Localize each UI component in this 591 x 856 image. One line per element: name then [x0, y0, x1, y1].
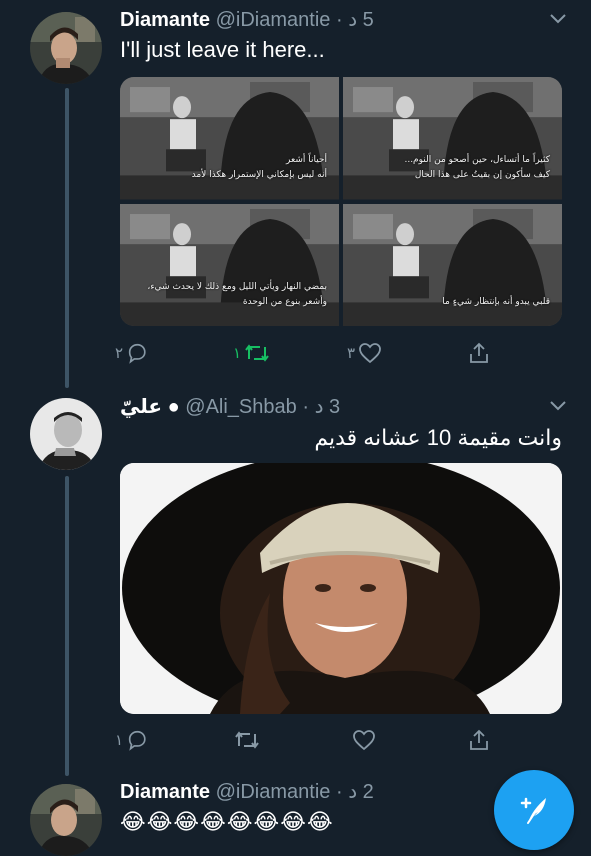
- image-caption-line: أحياناً أشعر: [286, 155, 327, 165]
- user-handle[interactable]: @iDiamantie: [216, 781, 331, 803]
- image-caption-line: قلبي يبدو أنه بإنتظار شيءٍ ما: [442, 296, 550, 307]
- media-image[interactable]: قلبي يبدو أنه بإنتظار شيءٍ ما: [343, 203, 562, 326]
- timestamp[interactable]: 3 د: [315, 395, 341, 419]
- reply-count: ٢: [115, 345, 124, 362]
- media-image[interactable]: بمضي النهار ويأتي الليل ومع ذلك لا يحدث …: [120, 203, 339, 326]
- chevron-down-icon[interactable]: [548, 399, 568, 413]
- like-button[interactable]: [352, 725, 376, 755]
- like-count: ٣: [347, 345, 356, 362]
- display-name[interactable]: Diamante: [120, 781, 210, 803]
- separator-dot: ·: [335, 9, 343, 31]
- reply-icon: [128, 343, 146, 364]
- heart-icon: [353, 730, 375, 751]
- compose-tweet-button[interactable]: [494, 770, 574, 850]
- separator-dot: ·: [335, 781, 343, 803]
- share-button[interactable]: [468, 338, 490, 368]
- image-caption-line: وأشعر بنوع من الوحدة: [242, 296, 327, 307]
- timestamp[interactable]: 2 د: [348, 780, 374, 804]
- chevron-down-icon[interactable]: [548, 12, 568, 26]
- reply-button[interactable]: ١: [112, 725, 148, 755]
- tweet-header: Diamante @iDiamantie · 2 د: [120, 780, 374, 804]
- thread-line: [65, 88, 69, 388]
- user-handle[interactable]: @iDiamantie: [216, 9, 331, 31]
- tweet-text: I'll just leave it here...: [120, 37, 325, 62]
- heart-icon: [359, 343, 381, 364]
- share-icon: [470, 729, 488, 750]
- media-grid[interactable]: أحياناً أشعر أنه ليس بإمكاني الإستمرار ه…: [120, 77, 562, 326]
- reply-count: ١: [115, 732, 124, 749]
- retweet-icon: [245, 344, 269, 362]
- tweet-actions: ٢ ١ ٣: [112, 338, 512, 368]
- image-caption-line: كيف سأكون إن بقيتُ على هذا الحال: [414, 170, 550, 180]
- avatar[interactable]: [30, 784, 102, 856]
- tweet-text: وانت مقيمة 10 عشانه قديم: [314, 425, 562, 450]
- compose-tweet-icon: [520, 797, 546, 824]
- media-image[interactable]: [120, 463, 562, 714]
- tweet-header: Diamante @iDiamantie · 5 د: [120, 8, 374, 32]
- user-handle[interactable]: @Ali_Shbab: [185, 396, 296, 418]
- media-image[interactable]: أحياناً أشعر أنه ليس بإمكاني الإستمرار ه…: [120, 77, 339, 200]
- retweet-icon: [235, 731, 259, 749]
- like-button[interactable]: ٣: [344, 338, 382, 368]
- separator-dot: ·: [302, 396, 309, 418]
- tweet-text: 😂😂😂😂😂😂😂😂: [120, 809, 334, 834]
- verified-badge: ●: [167, 396, 180, 418]
- retweet-count: ١: [233, 345, 242, 362]
- retweet-button[interactable]: [234, 725, 260, 755]
- timestamp[interactable]: 5 د: [348, 8, 374, 32]
- share-icon: [470, 342, 488, 363]
- image-caption-line: أنه ليس بإمكاني الإستمرار هكذا لأمد: [191, 170, 327, 180]
- avatar[interactable]: [30, 12, 102, 84]
- thread-line: [65, 476, 69, 776]
- share-button[interactable]: [468, 725, 490, 755]
- reply-icon: [128, 730, 146, 751]
- media-image[interactable]: كثيراً ما أتساءل، حين أصحو من النوم... ك…: [343, 77, 562, 200]
- tweet-header: عليّ ● @Ali_Shbab · 3 د: [120, 395, 340, 419]
- reply-button[interactable]: ٢: [112, 338, 148, 368]
- display-name[interactable]: Diamante: [120, 9, 210, 31]
- avatar[interactable]: [30, 398, 102, 470]
- retweet-button[interactable]: ١: [230, 338, 270, 368]
- tweet-actions: ١: [112, 725, 512, 755]
- image-caption-line: كثيراً ما أتساءل، حين أصحو من النوم...: [404, 155, 550, 165]
- display-name[interactable]: عليّ: [120, 396, 162, 418]
- image-caption-line: بمضي النهار ويأتي الليل ومع ذلك لا يحدث …: [147, 281, 327, 292]
